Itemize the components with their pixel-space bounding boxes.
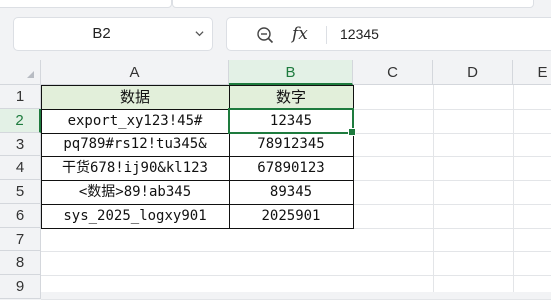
- row-header-6[interactable]: 6: [0, 204, 41, 228]
- ribbon-group-left: ⌟: [0, 0, 172, 8]
- row-header-3[interactable]: 3: [0, 133, 41, 156]
- cell-b6[interactable]: 2025901: [229, 204, 353, 228]
- row-header-4[interactable]: 4: [0, 156, 41, 180]
- row-header-5[interactable]: 5: [0, 180, 41, 204]
- cell-a2[interactable]: export_xy123!45#: [41, 109, 229, 133]
- row-header-9[interactable]: 9: [0, 275, 41, 299]
- cell-a4[interactable]: 干货678!ij90&kl123: [41, 156, 229, 180]
- cell-a5[interactable]: <数据>89!ab345: [41, 180, 229, 204]
- chevron-down-icon[interactable]: [195, 29, 204, 38]
- column-header-b[interactable]: B: [229, 60, 353, 85]
- formula-input[interactable]: 12345: [340, 18, 379, 50]
- cell-b4[interactable]: 67890123: [229, 156, 353, 180]
- gridline: [353, 109, 551, 110]
- gridline: [353, 180, 551, 181]
- gridline: [513, 85, 514, 292]
- cell-b3[interactable]: 78912345: [229, 133, 353, 156]
- select-all-icon[interactable]: [0, 60, 41, 85]
- gridline: [353, 204, 551, 205]
- spreadsheet-grid: A B C D E 1 2 3 4 5 6 7 8 9 数据 数字 export…: [0, 60, 551, 300]
- row-header-8[interactable]: 8: [0, 251, 41, 275]
- cell-a3[interactable]: pq789#rs12!tu345&: [41, 133, 229, 156]
- table-border: [41, 156, 354, 157]
- gridline: [353, 133, 551, 134]
- cell-reference: B2: [92, 25, 111, 42]
- cell-a1[interactable]: 数据: [41, 85, 229, 109]
- gridline: [433, 85, 434, 292]
- formula-separator: [326, 26, 327, 44]
- column-header-e[interactable]: E: [513, 60, 551, 85]
- gridline: [353, 156, 551, 157]
- fill-handle[interactable]: [348, 128, 356, 136]
- ribbon-edge: ⌟ ⌟: [0, 0, 551, 9]
- cell-a6[interactable]: sys_2025_logxy901: [41, 204, 229, 228]
- active-cell-selection[interactable]: [228, 108, 356, 136]
- formula-bar: fx 12345: [226, 17, 551, 51]
- row-header-1[interactable]: 1: [0, 85, 41, 109]
- row-header-7[interactable]: 7: [0, 228, 41, 251]
- column-header-a[interactable]: A: [41, 60, 229, 85]
- fx-icon[interactable]: fx: [292, 22, 308, 46]
- table-border: [41, 180, 354, 181]
- gridline: [41, 251, 551, 252]
- column-header-c[interactable]: C: [353, 60, 433, 85]
- column-header-d[interactable]: D: [433, 60, 513, 85]
- cell-b5[interactable]: 89345: [229, 180, 353, 204]
- table-border: [41, 204, 354, 205]
- table-border: [229, 85, 230, 229]
- ribbon-group-right: ⌟: [172, 0, 534, 8]
- name-box[interactable]: B2: [13, 17, 213, 51]
- zoom-icon[interactable]: [256, 26, 274, 44]
- gridline: [41, 228, 551, 229]
- row-header-2[interactable]: 2: [0, 109, 41, 133]
- gridline: [41, 275, 551, 276]
- cell-b1[interactable]: 数字: [229, 85, 353, 109]
